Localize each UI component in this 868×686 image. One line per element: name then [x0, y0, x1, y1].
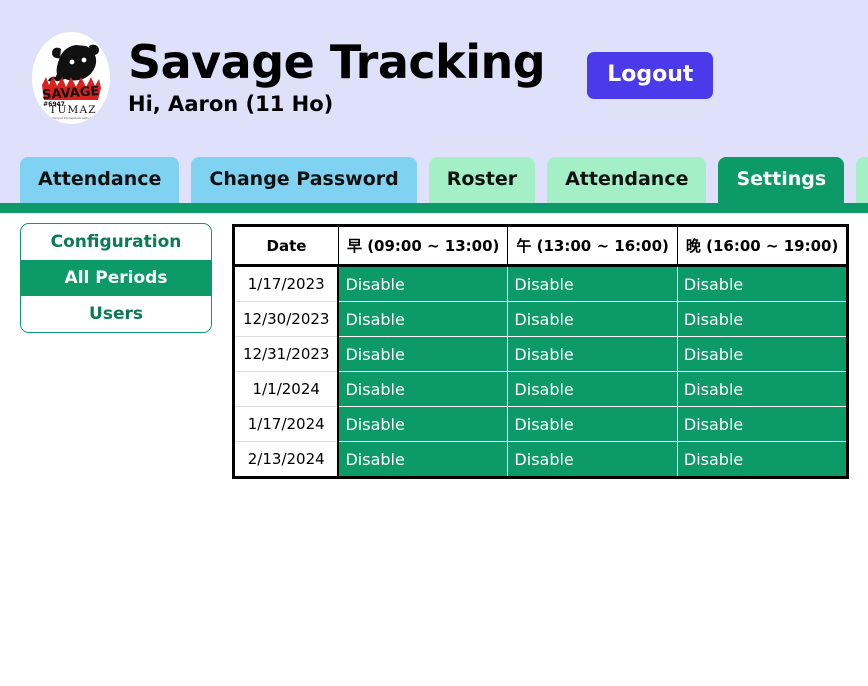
disable-button-noon[interactable]: Disable [508, 303, 676, 336]
periods-table: Date 早 (09:00 ~ 13:00) 午 (13:00 ~ 16:00)… [232, 224, 850, 479]
logout-button[interactable]: Logout [587, 52, 714, 99]
nav-underline-bar [0, 203, 868, 213]
column-header-noon: 午 (13:00 ~ 16:00) [507, 225, 678, 267]
cell-date: 1/17/2023 [233, 265, 340, 302]
cell-noon[interactable]: Disable [507, 371, 678, 407]
table-row: 12/30/2023 Disable Disable Disable [233, 301, 848, 337]
disable-button-noon[interactable]: Disable [508, 338, 676, 371]
user-greeting: Hi, Aaron (11 Ho) [128, 92, 334, 117]
disable-button-noon[interactable]: Disable [508, 268, 676, 301]
column-header-morning: 早 (09:00 ~ 13:00) [338, 225, 509, 267]
main-nav-tabs: Attendance Change Password Roster Attend… [20, 157, 868, 203]
tab-attendance-1[interactable]: Attendance [20, 157, 180, 203]
cell-morning[interactable]: Disable [338, 265, 509, 302]
page-title: Savage Tracking [128, 34, 546, 89]
disable-button-noon[interactable]: Disable [508, 443, 676, 476]
sidebar-item-users[interactable]: Users [21, 296, 211, 332]
cell-date: 1/17/2024 [233, 406, 340, 442]
cell-evening[interactable]: Disable [677, 371, 848, 407]
table-row: 2/13/2024 Disable Disable Disable [233, 441, 848, 478]
cell-morning[interactable]: Disable [338, 301, 509, 337]
cell-date: 12/30/2023 [233, 301, 340, 337]
cell-evening[interactable]: Disable [677, 336, 848, 372]
table-row: 12/31/2023 Disable Disable Disable [233, 336, 848, 372]
table-row: 1/1/2024 Disable Disable Disable [233, 371, 848, 407]
table-row: 1/17/2024 Disable Disable Disable [233, 406, 848, 442]
svg-text:Taipei Municipal Zhongshan Gir: Taipei Municipal Zhongshan Girls High Sc… [38, 116, 109, 120]
periods-table-body: 1/17/2023 Disable Disable Disable 12/30/… [233, 265, 848, 478]
cell-morning[interactable]: Disable [338, 406, 509, 442]
settings-sidebar: Configuration All Periods Users [20, 223, 212, 333]
tab-attendance-2[interactable]: Attendance [547, 157, 707, 203]
disable-button-morning[interactable]: Disable [339, 408, 507, 441]
svg-text:TUMAZ: TUMAZ [49, 104, 96, 116]
cell-morning[interactable]: Disable [338, 441, 509, 478]
periods-table-head: Date 早 (09:00 ~ 13:00) 午 (13:00 ~ 16:00)… [233, 225, 848, 267]
disable-button-morning[interactable]: Disable [339, 303, 507, 336]
disable-button-evening[interactable]: Disable [678, 443, 846, 476]
disable-button-evening[interactable]: Disable [678, 338, 846, 371]
page-header: SAVAGE #6947 TUMAZ Taipei Municipal Zhon… [0, 0, 868, 213]
cell-noon[interactable]: Disable [507, 301, 678, 337]
column-header-evening: 晚 (16:00 ~ 19:00) [677, 225, 848, 267]
cell-morning[interactable]: Disable [338, 371, 509, 407]
tab-settings[interactable]: Settings [718, 157, 845, 203]
cell-date: 12/31/2023 [233, 336, 340, 372]
cell-morning[interactable]: Disable [338, 336, 509, 372]
sidebar-item-all-periods[interactable]: All Periods [21, 260, 211, 296]
table-header-row: Date 早 (09:00 ~ 13:00) 午 (13:00 ~ 16:00)… [233, 225, 848, 267]
disable-button-evening[interactable]: Disable [678, 303, 846, 336]
disable-button-noon[interactable]: Disable [508, 373, 676, 406]
cell-noon[interactable]: Disable [507, 441, 678, 478]
cell-evening[interactable]: Disable [677, 406, 848, 442]
disable-button-evening[interactable]: Disable [678, 268, 846, 301]
savage-tumaz-logo-icon: SAVAGE #6947 TUMAZ Taipei Municipal Zhon… [32, 31, 110, 124]
brand-row: SAVAGE #6947 TUMAZ Taipei Municipal Zhon… [0, 0, 868, 155]
cell-noon[interactable]: Disable [507, 336, 678, 372]
cell-noon[interactable]: Disable [507, 265, 678, 302]
disable-button-morning[interactable]: Disable [339, 443, 507, 476]
cell-evening[interactable]: Disable [677, 441, 848, 478]
disable-button-noon[interactable]: Disable [508, 408, 676, 441]
disable-button-morning[interactable]: Disable [339, 338, 507, 371]
cell-date: 1/1/2024 [233, 371, 340, 407]
disable-button-morning[interactable]: Disable [339, 268, 507, 301]
tab-rfid[interactable]: RFID [856, 157, 868, 203]
cell-evening[interactable]: Disable [677, 301, 848, 337]
main-content: Configuration All Periods Users Date 早 (… [0, 203, 868, 676]
cell-evening[interactable]: Disable [677, 265, 848, 302]
cell-date: 2/13/2024 [233, 441, 340, 478]
header-titles: Savage Tracking Hi, Aaron (11 Ho) [128, 34, 546, 117]
table-row: 1/17/2023 Disable Disable Disable [233, 265, 848, 302]
sidebar-item-configuration[interactable]: Configuration [21, 224, 211, 260]
disable-button-morning[interactable]: Disable [339, 373, 507, 406]
disable-button-evening[interactable]: Disable [678, 373, 846, 406]
column-header-date: Date [233, 225, 339, 267]
bear-logo-svg: SAVAGE #6947 TUMAZ Taipei Municipal Zhon… [33, 32, 109, 123]
tab-roster[interactable]: Roster [428, 157, 536, 203]
tab-change-password[interactable]: Change Password [191, 157, 417, 203]
disable-button-evening[interactable]: Disable [678, 408, 846, 441]
cell-noon[interactable]: Disable [507, 406, 678, 442]
